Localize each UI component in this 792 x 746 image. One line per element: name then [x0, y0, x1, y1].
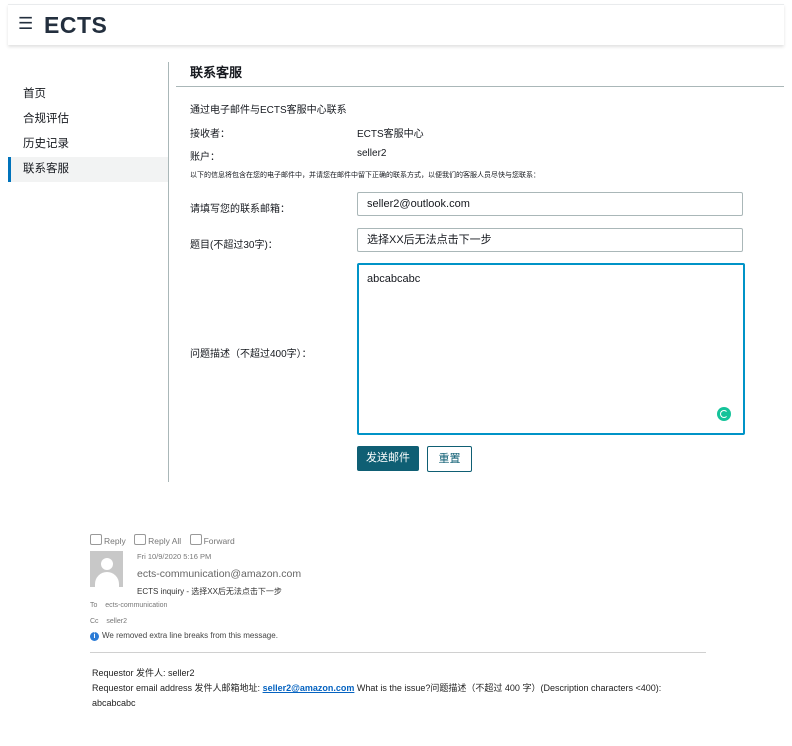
- sidebar-item-compliance[interactable]: 合规评估: [8, 107, 168, 132]
- title-divider: [176, 86, 784, 87]
- subject-field[interactable]: 选择XX后无法点击下一步: [357, 228, 743, 252]
- brand-logo[interactable]: ECTS: [44, 12, 107, 39]
- email-actions: Reply Reply All Forward: [90, 534, 241, 546]
- cc-label: Cc: [90, 618, 99, 625]
- info-text: We removed extra line breaks from this m…: [102, 631, 278, 640]
- email-date: Fri 10/9/2020 5:16 PM: [137, 552, 212, 561]
- email-divider: [90, 652, 706, 653]
- hamburger-icon[interactable]: ☰: [18, 14, 33, 34]
- sidebar-item-home[interactable]: 首页: [8, 82, 168, 107]
- description-textarea[interactable]: abcabcabc: [357, 263, 745, 435]
- email-info-bar: i We removed extra line breaks from this …: [90, 631, 278, 641]
- subject-label: 题目(不超过30字)：: [190, 240, 278, 251]
- email-field[interactable]: seller2@outlook.com: [357, 192, 743, 216]
- reply-button[interactable]: Reply: [90, 534, 126, 546]
- email-label: 请填写您的联系邮箱：: [190, 204, 290, 215]
- avatar-head: [101, 558, 113, 570]
- account-label: 账户：: [190, 152, 220, 163]
- email-sender[interactable]: ects-communication@amazon.com: [137, 568, 301, 580]
- sidebar-divider: [168, 62, 169, 482]
- sidebar-item-history[interactable]: 历史记录: [8, 132, 168, 157]
- cc-value[interactable]: seller2: [106, 618, 127, 625]
- send-email-button[interactable]: 发送邮件: [357, 446, 419, 471]
- email-body: Requestor 发件人: seller2 Requestor email a…: [92, 666, 661, 711]
- recipient-label: 接收者：: [190, 129, 230, 140]
- body-description: abcabcabc: [92, 698, 136, 708]
- description-text: abcabcabc: [367, 273, 421, 285]
- to-label: To: [90, 602, 98, 609]
- recipient-value: ECTS客服中心: [357, 129, 424, 140]
- body-email-line: Requestor email address 发件人邮箱地址: seller2…: [92, 683, 662, 693]
- to-value[interactable]: ects-communication: [105, 602, 167, 609]
- sidebar-nav: 首页 合规评估 历史记录 联系客服: [8, 82, 168, 182]
- forward-icon: [189, 534, 202, 545]
- sidebar-item-contact[interactable]: 联系客服: [8, 157, 168, 182]
- email-to: To ects-communication: [90, 602, 167, 609]
- reply-all-icon: [134, 534, 147, 545]
- info-note: 以下的信息将包含在您的电子邮件中，并请您在邮件中留下正确的联系方式，以便我们的客…: [190, 172, 540, 179]
- account-value: seller2: [357, 148, 387, 159]
- reset-button[interactable]: 重置: [427, 446, 472, 472]
- email-cc: Cc seller2: [90, 618, 127, 625]
- top-bar: ☰ ECTS: [8, 4, 784, 45]
- info-icon: i: [90, 632, 99, 641]
- description-label: 问题描述（不超过400字）：: [190, 349, 312, 360]
- reply-all-button[interactable]: Reply All: [134, 534, 181, 546]
- forward-button[interactable]: Forward: [189, 534, 235, 546]
- sender-avatar: [90, 551, 123, 587]
- email-subject: ECTS inquiry - 选择XX后无法点击下一步: [137, 587, 282, 596]
- page-title: 联系客服: [190, 65, 243, 80]
- reply-icon: [90, 534, 102, 545]
- avatar-body: [95, 572, 119, 587]
- requestor-email-link[interactable]: seller2@amazon.com: [263, 683, 355, 693]
- intro-text: 通过电子邮件与ECTS客服中心联系: [190, 105, 347, 116]
- grammar-assistant-icon[interactable]: [717, 407, 731, 421]
- body-requestor: Requestor 发件人: seller2: [92, 668, 195, 678]
